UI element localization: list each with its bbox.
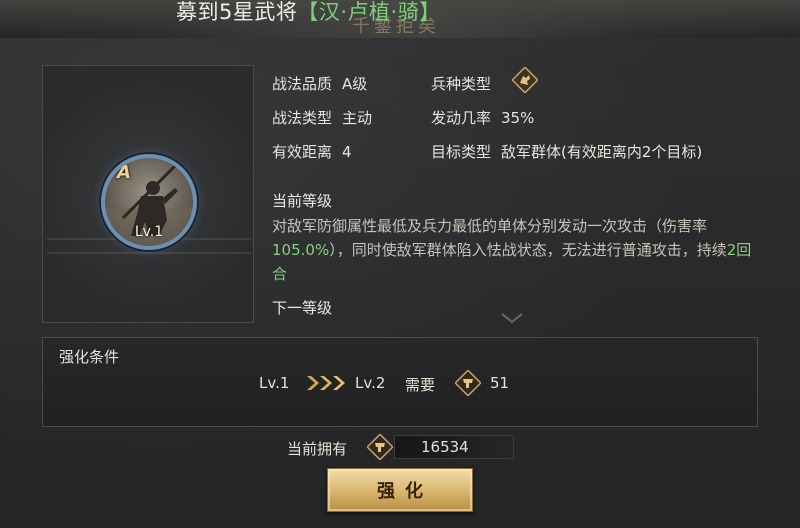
damage-rate-value: 105.0% [272, 241, 330, 259]
cavalry-icon [512, 67, 538, 93]
skill-grade-letter: A [117, 162, 131, 183]
owned-amount: 16534 [421, 438, 469, 456]
to-level: Lv.2 [355, 374, 386, 392]
skill-point-icon [367, 434, 393, 460]
attr-trigger-rate-label: 发动几率 [431, 109, 492, 127]
top-banner: 千錾拒矣 募到5星武将【汉·卢植·骑】 [0, 0, 800, 38]
skill-level-label: Lv.1 [134, 224, 164, 240]
attr-skill-type-value: 主动 [342, 109, 373, 127]
triple-arrow-icon [307, 376, 345, 390]
need-label: 需要 [405, 376, 436, 394]
attr-trigger-rate: 发动几率 35% [431, 107, 534, 128]
owned-label: 当前拥有 [287, 440, 348, 458]
attr-trigger-rate-value: 35% [501, 109, 535, 127]
owned-amount-field: 16534 [394, 435, 514, 459]
skill-icon[interactable]: A Lv.1 [101, 154, 197, 250]
attr-range-value: 4 [342, 143, 352, 161]
recruit-broadcast: 募到5星武将【汉·卢植·骑】 [176, 0, 441, 26]
enhance-button[interactable]: 强化 [327, 468, 473, 512]
enhance-conditions-box: 强化条件 Lv.1 Lv.2 需要 51 [42, 337, 758, 427]
chevron-down-icon[interactable] [500, 312, 524, 324]
from-level: Lv.1 [259, 374, 290, 392]
attr-troop-type: 兵种类型 [431, 73, 491, 94]
skill-description: 对敌军防御属性最低及兵力最低的单体分别发动一次攻击（伤害率 105.0%），同时使… [272, 214, 752, 286]
attr-skill-type-label: 战法类型 [272, 109, 333, 127]
conditions-title: 强化条件 [59, 348, 120, 366]
description-text-1: 对敌军防御属性最低及兵力最低的单体分别发动一次攻击（伤害率 [272, 217, 708, 235]
attr-target-value: 敌军群体(有效距离内2个目标) [501, 143, 703, 161]
description-text-2: ），同时使敌军群体陷入怯战状态，无法进行普通攻击，持续 [329, 241, 727, 259]
attr-range-label: 有效距离 [272, 143, 333, 161]
attr-troop-type-label: 兵种类型 [431, 75, 492, 93]
enhance-button-label: 强化 [377, 481, 433, 502]
need-amount: 51 [490, 374, 510, 392]
attr-target: 目标类型 敌军群体(有效距离内2个目标) [431, 141, 702, 162]
attr-quality-label: 战法品质 [272, 75, 333, 93]
attr-skill-type: 战法类型 主动 [272, 107, 372, 128]
next-level-heading: 下一等级 [272, 299, 333, 317]
attr-quality: 战法品质 A级 [272, 73, 367, 94]
attr-target-label: 目标类型 [431, 143, 492, 161]
current-level-heading: 当前等级 [272, 192, 333, 210]
skill-portrait-box: A Lv.1 [42, 65, 254, 323]
broadcast-prefix: 募到5星武将 [176, 0, 298, 24]
skill-point-icon [455, 370, 481, 396]
attr-range: 有效距离 4 [272, 141, 352, 162]
attr-quality-value: A级 [342, 75, 368, 93]
broadcast-general-name: 【汉·卢植·骑】 [297, 0, 441, 24]
